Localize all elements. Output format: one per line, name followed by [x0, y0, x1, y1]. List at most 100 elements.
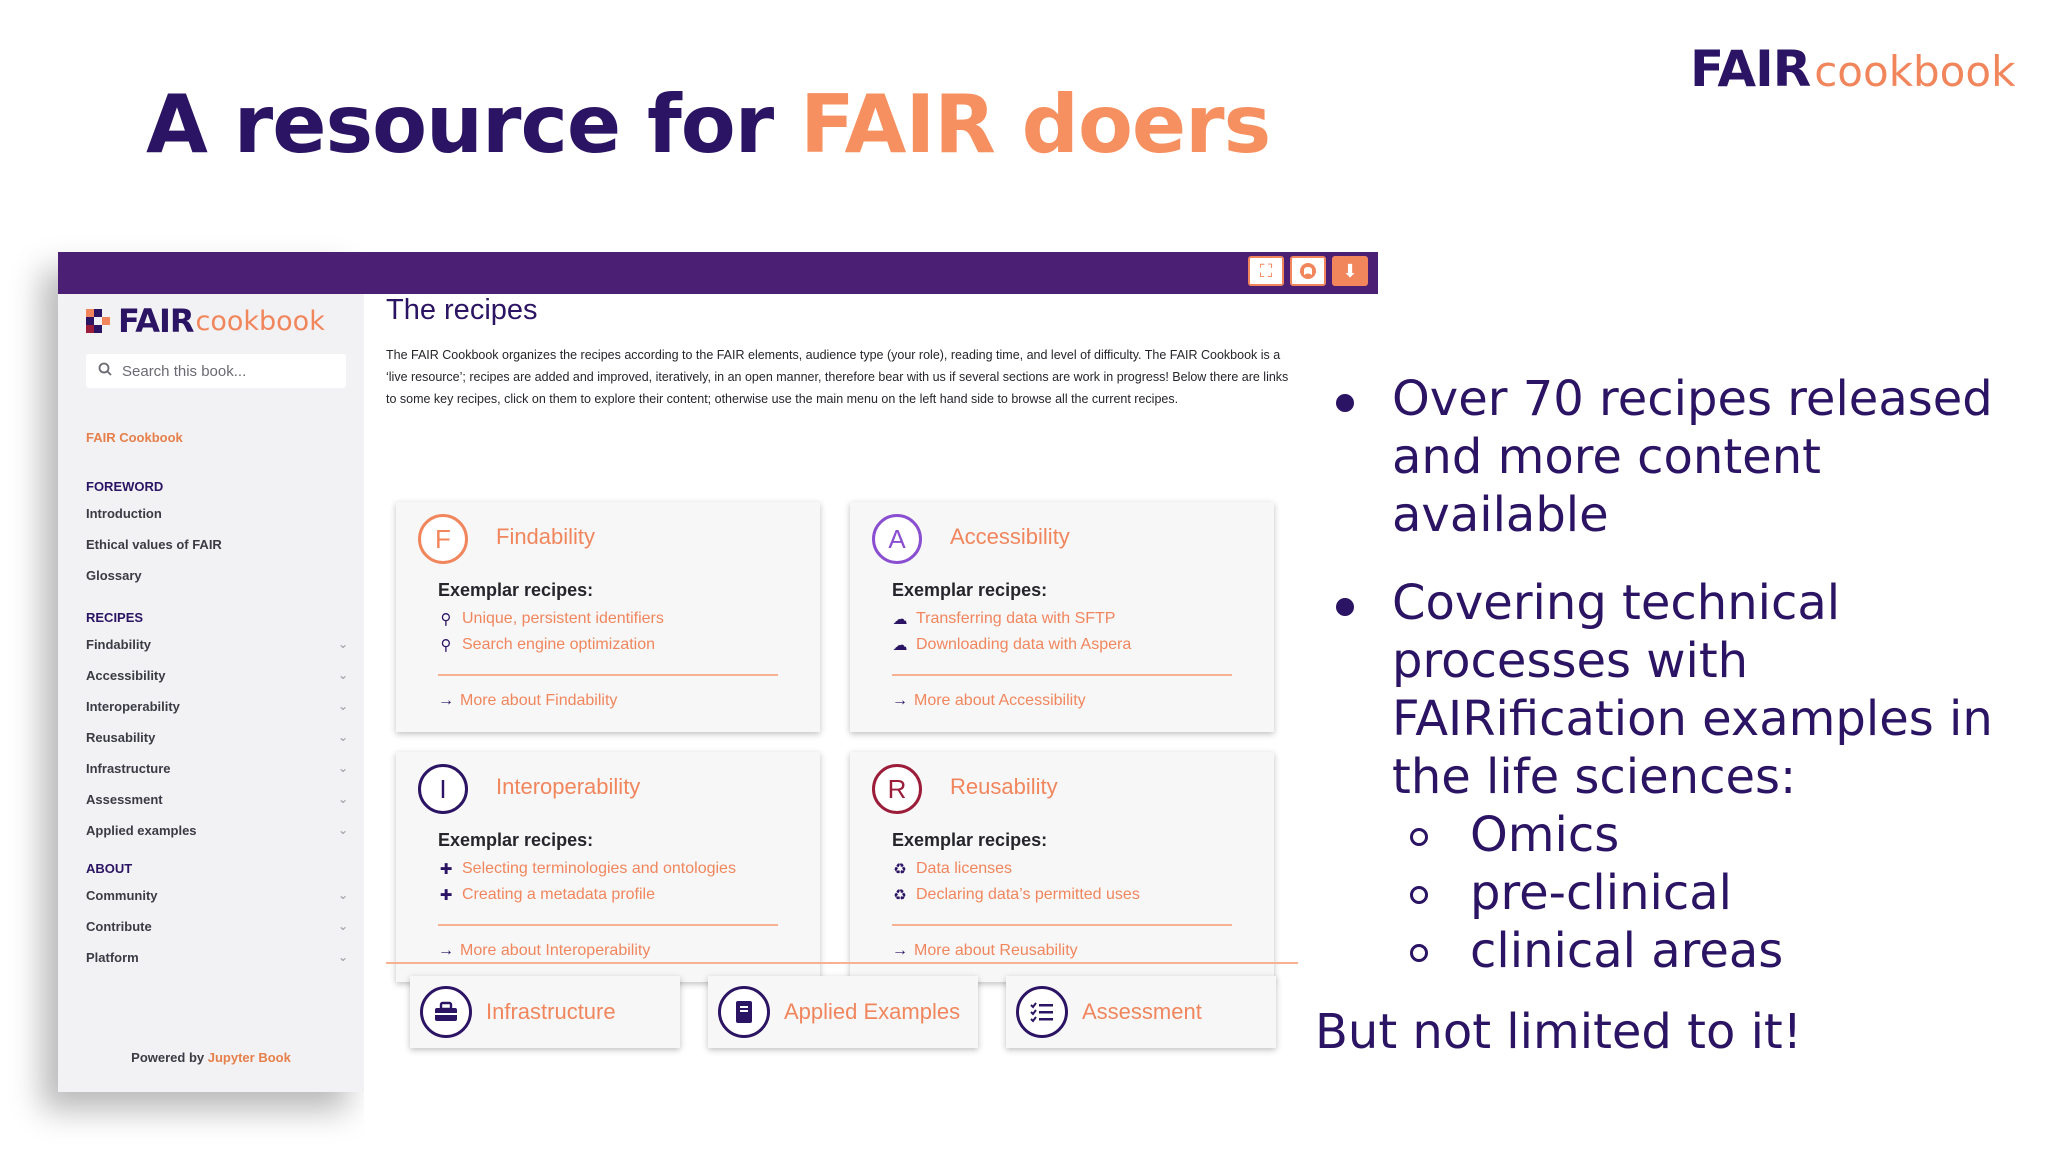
card-reusability[interactable]: R Reusability Exemplar recipes: ♻ Data li… [850, 752, 1274, 982]
card-title[interactable]: Findability [496, 524, 595, 550]
slide-title-accent: FAIR doers [800, 78, 1271, 171]
sidebar-logo[interactable]: FAIR cookbook [86, 302, 325, 340]
recipe-link[interactable]: ⚲ Search engine optimization [438, 636, 656, 654]
card-applied-examples[interactable]: Applied Examples [708, 976, 978, 1048]
slide-title: A resource for FAIR doers [146, 78, 1271, 171]
card-assessment[interactable]: Assessment [1006, 976, 1276, 1048]
sidebar-item-accessibility[interactable]: Accessibility ⌄ [86, 660, 356, 691]
chevron-down-icon[interactable]: ⌄ [338, 942, 348, 973]
recipe-link[interactable]: ♻ Declaring data’s permitted uses [892, 886, 1140, 904]
bullet-dot [1336, 598, 1354, 616]
card-title[interactable]: Accessibility [950, 524, 1070, 550]
main-content: The recipes The FAIR Cookbook organizes … [364, 294, 1378, 1152]
recipe-link[interactable]: ☁ Downloading data with Aspera [892, 636, 1132, 654]
github-icon[interactable] [1290, 256, 1326, 286]
sidebar-item-ethical-values[interactable]: Ethical values of FAIR [86, 529, 356, 560]
more-link[interactable]: → More about Reusability [892, 942, 1078, 960]
card-interoperability[interactable]: I Interoperability Exemplar recipes: ✚ Se… [396, 752, 820, 982]
more-link[interactable]: → More about Interoperability [438, 942, 650, 960]
intro-paragraph: The FAIR Cookbook organizes the recipes … [386, 348, 1289, 406]
search-placeholder: Search this book... [122, 362, 247, 380]
recipe-link[interactable]: ✚ Selecting terminologies and ontologies [438, 860, 736, 878]
card-title[interactable]: Reusability [950, 774, 1058, 800]
more-link[interactable]: → More about Accessibility [892, 692, 1086, 710]
divider [386, 962, 1298, 964]
card-findability[interactable]: F Findability Exemplar recipes: ⚲ Unique,… [396, 502, 820, 732]
sidebar-item-community[interactable]: Community ⌄ [86, 880, 356, 911]
bullet-list: Over 70 recipes released and more conten… [1330, 370, 2030, 980]
toolbox-icon [420, 986, 472, 1038]
findability-letter-icon: F [418, 514, 468, 564]
fair-logo-mark-icon [86, 309, 110, 333]
divider [438, 674, 778, 676]
recipe-link[interactable]: ♻ Data licenses [892, 860, 1012, 878]
sidebar-item-reusability[interactable]: Reusability ⌄ [86, 722, 356, 753]
arrow-right-icon: → [892, 942, 908, 959]
recycle-icon: ♻ [893, 861, 907, 878]
sidebar-item-infrastructure[interactable]: Infrastructure ⌄ [86, 753, 356, 784]
sidebar-item-assessment[interactable]: Assessment ⌄ [86, 784, 356, 815]
powered-by: Powered by Jupyter Book [131, 1050, 291, 1065]
chevron-down-icon[interactable]: ⌄ [338, 660, 348, 691]
exemplar-label: Exemplar recipes: [892, 580, 1048, 600]
top-bar: ⛶ ⬇ [58, 252, 1378, 294]
chevron-down-icon[interactable]: ⌄ [338, 880, 348, 911]
arrow-right-icon: → [438, 942, 454, 959]
sidebar-heading-about: ABOUT [86, 861, 133, 876]
sidebar-item-applied-examples[interactable]: Applied examples ⌄ [86, 815, 356, 846]
sidebar-home-link[interactable]: FAIR Cookbook [86, 430, 183, 445]
card-label: Applied Examples [784, 999, 961, 1024]
arrow-right-icon: → [892, 692, 908, 709]
cloud-icon: ☁ [892, 637, 908, 654]
chevron-down-icon[interactable]: ⌄ [338, 753, 348, 784]
sidebar-nav: FOREWORD Introduction Ethical values of … [86, 464, 356, 973]
logo-cookbook-text: cookbook [1814, 47, 2016, 96]
sidebar-item-glossary[interactable]: Glossary [86, 560, 356, 591]
page-title: The recipes [386, 294, 538, 326]
toolbar-buttons: ⛶ ⬇ [1248, 256, 1368, 286]
card-title[interactable]: Interoperability [496, 774, 640, 800]
sub-bullet-item: clinical areas [1330, 922, 2030, 980]
card-infrastructure[interactable]: Infrastructure [410, 976, 680, 1048]
reusability-letter-icon: R [872, 764, 922, 814]
bullet-item: Over 70 recipes released and more conten… [1330, 370, 2030, 544]
chevron-down-icon[interactable]: ⌄ [338, 815, 348, 846]
puzzle-icon: ✚ [439, 887, 453, 904]
more-link[interactable]: → More about Findability [438, 692, 617, 710]
slide-title-main: A resource for [146, 78, 774, 171]
checklist-icon [1016, 986, 1068, 1038]
sidebar-item-contribute[interactable]: Contribute ⌄ [86, 911, 356, 942]
bullet-ring [1410, 886, 1428, 904]
exemplar-label: Exemplar recipes: [892, 830, 1048, 850]
arrow-right-icon: → [438, 692, 454, 709]
sidebar-logo-cookbook: cookbook [195, 305, 325, 337]
bullet-dot [1336, 394, 1354, 412]
chevron-down-icon[interactable]: ⌄ [338, 691, 348, 722]
sidebar: FAIR cookbook Search this book... FAIR C… [58, 294, 364, 1092]
fair-cookbook-logo: FAIR cookbook [1690, 40, 2015, 98]
search-icon [98, 362, 112, 380]
card-label: Infrastructure [486, 999, 616, 1024]
download-icon[interactable]: ⬇ [1332, 256, 1368, 286]
fullscreen-icon[interactable]: ⛶ [1248, 256, 1284, 286]
recipe-link[interactable]: ⚲ Unique, persistent identifiers [438, 610, 664, 628]
chevron-down-icon[interactable]: ⌄ [338, 722, 348, 753]
recipe-link[interactable]: ✚ Creating a metadata profile [438, 886, 655, 904]
divider [892, 924, 1232, 926]
card-accessibility[interactable]: A Accessibility Exemplar recipes: ☁ Trans… [850, 502, 1274, 732]
sidebar-item-introduction[interactable]: Introduction [86, 498, 356, 529]
chevron-down-icon[interactable]: ⌄ [338, 911, 348, 942]
sidebar-logo-fair: FAIR [118, 302, 194, 340]
sidebar-heading-recipes: RECIPES [86, 610, 144, 625]
recipe-link[interactable]: ☁ Transferring data with SFTP [892, 610, 1116, 628]
sidebar-item-interoperability[interactable]: Interoperability ⌄ [86, 691, 356, 722]
sidebar-item-findability[interactable]: Findability ⌄ [86, 629, 356, 660]
divider [892, 674, 1232, 676]
sidebar-item-platform[interactable]: Platform ⌄ [86, 942, 356, 973]
chevron-down-icon[interactable]: ⌄ [338, 629, 348, 660]
bullet-ring [1410, 828, 1428, 846]
jupyter-book-link[interactable]: Jupyter Book [208, 1050, 291, 1065]
search-input[interactable]: Search this book... [86, 354, 346, 388]
sub-bullet-item: Omics [1330, 806, 2030, 864]
chevron-down-icon[interactable]: ⌄ [338, 784, 348, 815]
